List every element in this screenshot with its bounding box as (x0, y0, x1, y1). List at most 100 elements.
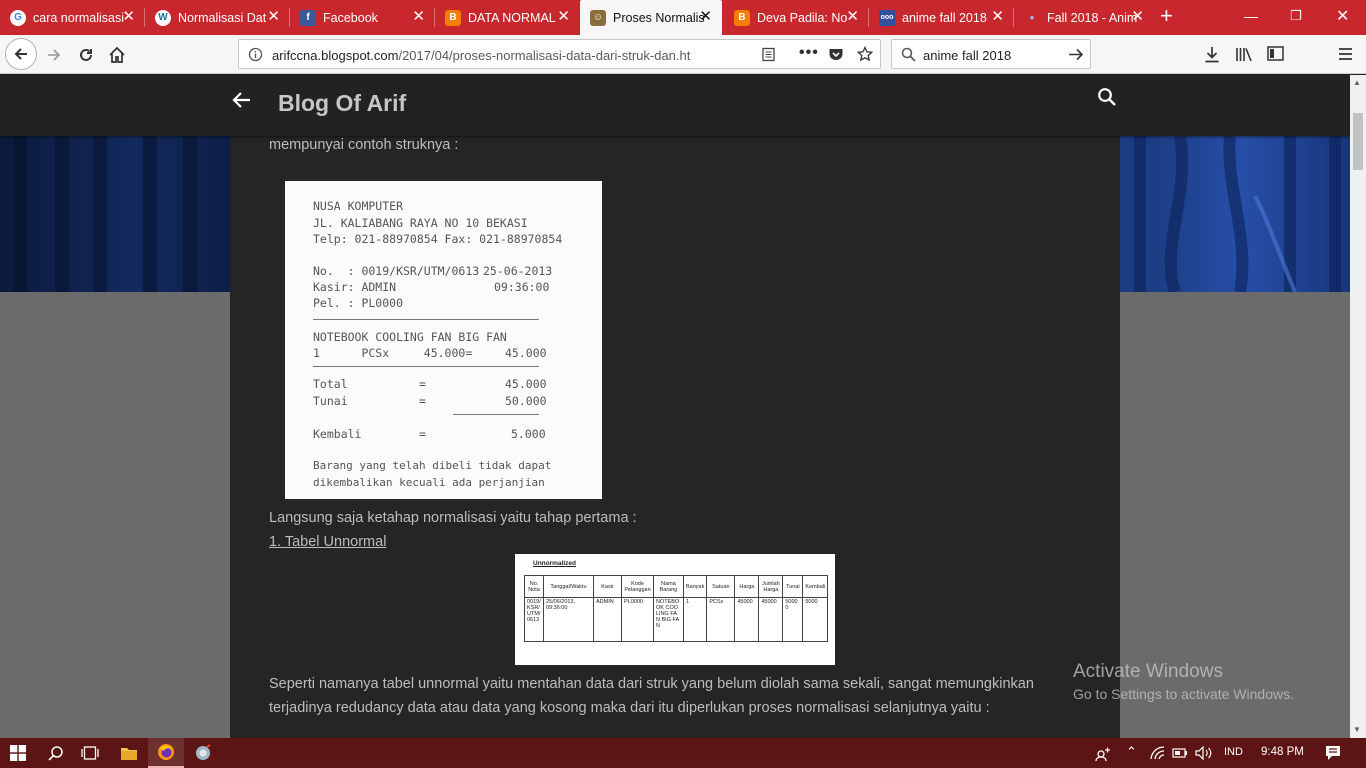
close-icon[interactable]: ✕ (267, 9, 280, 24)
downloads-icon[interactable] (1204, 46, 1220, 63)
file-explorer-button[interactable] (111, 738, 147, 768)
menu-icon[interactable] (1338, 47, 1353, 61)
receipt-phone: Telp: 021-88970854 Fax: 021-88970854 (313, 232, 563, 246)
receipt-divider (313, 366, 539, 367)
pocket-icon[interactable] (828, 47, 844, 62)
reload-button[interactable] (72, 41, 100, 69)
volume-icon[interactable] (1195, 746, 1212, 760)
receipt-store: NUSA KOMPUTER (313, 199, 404, 213)
close-icon[interactable]: ✕ (557, 9, 570, 24)
step1-link[interactable]: 1. Tabel Unnormal (269, 534, 386, 550)
home-button[interactable] (103, 41, 131, 69)
table-cell: PL0000 (621, 597, 654, 642)
window-close-icon[interactable]: ✕ (1336, 6, 1349, 26)
dot-icon: ● (1029, 13, 1035, 22)
scroll-thumb[interactable] (1353, 113, 1363, 170)
url-text[interactable]: arifccna.blogspot.com/2017/04/proses-nor… (272, 48, 692, 63)
firefox-taskbar-button[interactable] (148, 738, 184, 768)
table-header-cell: Tunai (782, 575, 804, 598)
receipt-cashier: Kasir: ADMIN (313, 280, 397, 294)
restore-icon[interactable]: ❐ (1290, 8, 1302, 24)
receipt-item-name: NOTEBOOK COOLING FAN BIG FAN (313, 330, 507, 344)
table-header-cell: No. Nota (524, 575, 544, 598)
table-header-cell: Kode Pelanggan (621, 575, 654, 598)
google-icon: G (10, 9, 26, 26)
receipt-item-qty: 1 PCSx 45.000= (313, 346, 473, 360)
people-icon[interactable] (1095, 745, 1111, 761)
forward-button[interactable] (40, 41, 68, 69)
receipt-equals: = (419, 427, 426, 441)
sidebar-icon[interactable] (1267, 46, 1284, 61)
page-actions-icon[interactable]: ••• (799, 44, 819, 62)
page-scrollbar[interactable]: ▲ ▼ (1350, 75, 1366, 738)
tab-deva-padila[interactable]: B Deva Padila: No ✕ (724, 0, 869, 35)
blog-back-arrow-icon[interactable] (232, 89, 252, 115)
tab-cara-normalisasi[interactable]: G cara normalisasi ✕ (0, 0, 145, 35)
blogger-icon: B (445, 9, 461, 26)
close-icon[interactable]: ✕ (991, 9, 1004, 24)
scroll-down-icon[interactable]: ▼ (1353, 725, 1361, 734)
receipt-kembali-label: Kembali (313, 427, 362, 441)
close-icon[interactable]: ✕ (1131, 9, 1144, 24)
table-header-cell: Jumlah Harga (758, 575, 784, 598)
input-language[interactable]: IND (1224, 746, 1243, 758)
search-input[interactable]: anime fall 2018 (923, 48, 1011, 63)
tab-data-normal[interactable]: B DATA NORMAL ✕ (435, 0, 580, 35)
post-paragraph-line2: terjadinya redudancy data atau data yang… (269, 700, 990, 716)
minimize-icon[interactable]: — (1244, 8, 1258, 24)
tab-anime-fall[interactable]: ooo anime fall 2018 ✕ (869, 0, 1014, 35)
blog-title[interactable]: Blog Of Arif (278, 90, 406, 117)
curtain-left-decoration (13, 136, 197, 292)
blog-favicon-icon: ☺ (590, 9, 606, 26)
new-tab-button[interactable]: + (1160, 5, 1173, 27)
close-icon[interactable]: ✕ (699, 9, 712, 24)
home-icon (109, 46, 125, 63)
tab-proses-normalisasi[interactable]: ☺ Proses Normalis ✕ (580, 0, 722, 35)
table-header-cell: Kembali (802, 575, 829, 598)
close-icon[interactable]: ✕ (412, 9, 425, 24)
reader-view-icon[interactable] (761, 47, 776, 62)
receipt-date: 25-06-2013 (483, 264, 553, 278)
bookmark-star-icon[interactable] (857, 46, 873, 62)
close-icon[interactable]: ✕ (846, 9, 859, 24)
action-center-icon[interactable] (1325, 745, 1341, 761)
wifi-icon[interactable] (1150, 746, 1166, 760)
info-icon[interactable] (248, 47, 263, 62)
blog-search-icon[interactable] (1097, 87, 1117, 112)
receipt-equals: = (419, 377, 426, 391)
search-taskbar-button[interactable] (38, 738, 74, 768)
tab-facebook[interactable]: f Facebook ✕ (290, 0, 435, 35)
app-taskbar-button[interactable] (185, 738, 221, 768)
receipt-total-label: Total (313, 377, 348, 391)
table-cell: 45000 (734, 597, 760, 642)
table-cell: NOTEBOOK COOLING FAN BIG FAN (653, 597, 684, 642)
battery-icon[interactable] (1172, 747, 1188, 759)
library-icon[interactable] (1235, 46, 1253, 63)
receipt-equals: = (419, 394, 426, 408)
tray-expand-icon[interactable]: ⌃ (1126, 744, 1137, 760)
forward-arrow-icon (48, 49, 61, 61)
search-icon (901, 47, 916, 62)
windows-taskbar: ⌃ IND 9:48 PM (0, 738, 1366, 768)
search-go-icon[interactable] (1068, 48, 1084, 61)
post-paragraph-step-intro: Langsung saja ketahap normalisasi yaitu … (269, 510, 637, 526)
close-icon[interactable]: ✕ (122, 9, 135, 24)
receipt-item-total: 45.000 (505, 346, 547, 360)
tab-fall-2018[interactable]: ● Fall 2018 - Anim ✕ (1014, 0, 1154, 35)
back-button[interactable] (5, 38, 37, 70)
receipt-image: NUSA KOMPUTER JL. KALIABANG RAYA NO 10 B… (285, 181, 602, 499)
start-button[interactable] (0, 738, 36, 768)
post-paragraph-intro: mempunyai contoh struknya : (269, 137, 459, 153)
tab-strip: G cara normalisasi ✕ W Normalisasi Dat ✕… (0, 0, 1366, 35)
receipt-number: No. : 0019/KSR/UTM/0613 (313, 264, 480, 278)
clock[interactable]: 9:48 PM (1261, 746, 1304, 758)
url-bar[interactable]: arifccna.blogspot.com/2017/04/proses-nor… (238, 39, 881, 69)
folder-icon (121, 747, 137, 760)
search-bar[interactable]: anime fall 2018 (891, 39, 1091, 69)
tab-normalisasi-data[interactable]: W Normalisasi Dat ✕ (145, 0, 290, 35)
receipt-address: JL. KALIABANG RAYA NO 10 BEKASI (313, 216, 528, 230)
task-view-button[interactable] (72, 738, 108, 768)
tab-label: Deva Padila: No (757, 10, 848, 25)
scroll-up-icon[interactable]: ▲ (1353, 78, 1361, 87)
url-domain: arifccna.blogspot.com (272, 48, 399, 63)
